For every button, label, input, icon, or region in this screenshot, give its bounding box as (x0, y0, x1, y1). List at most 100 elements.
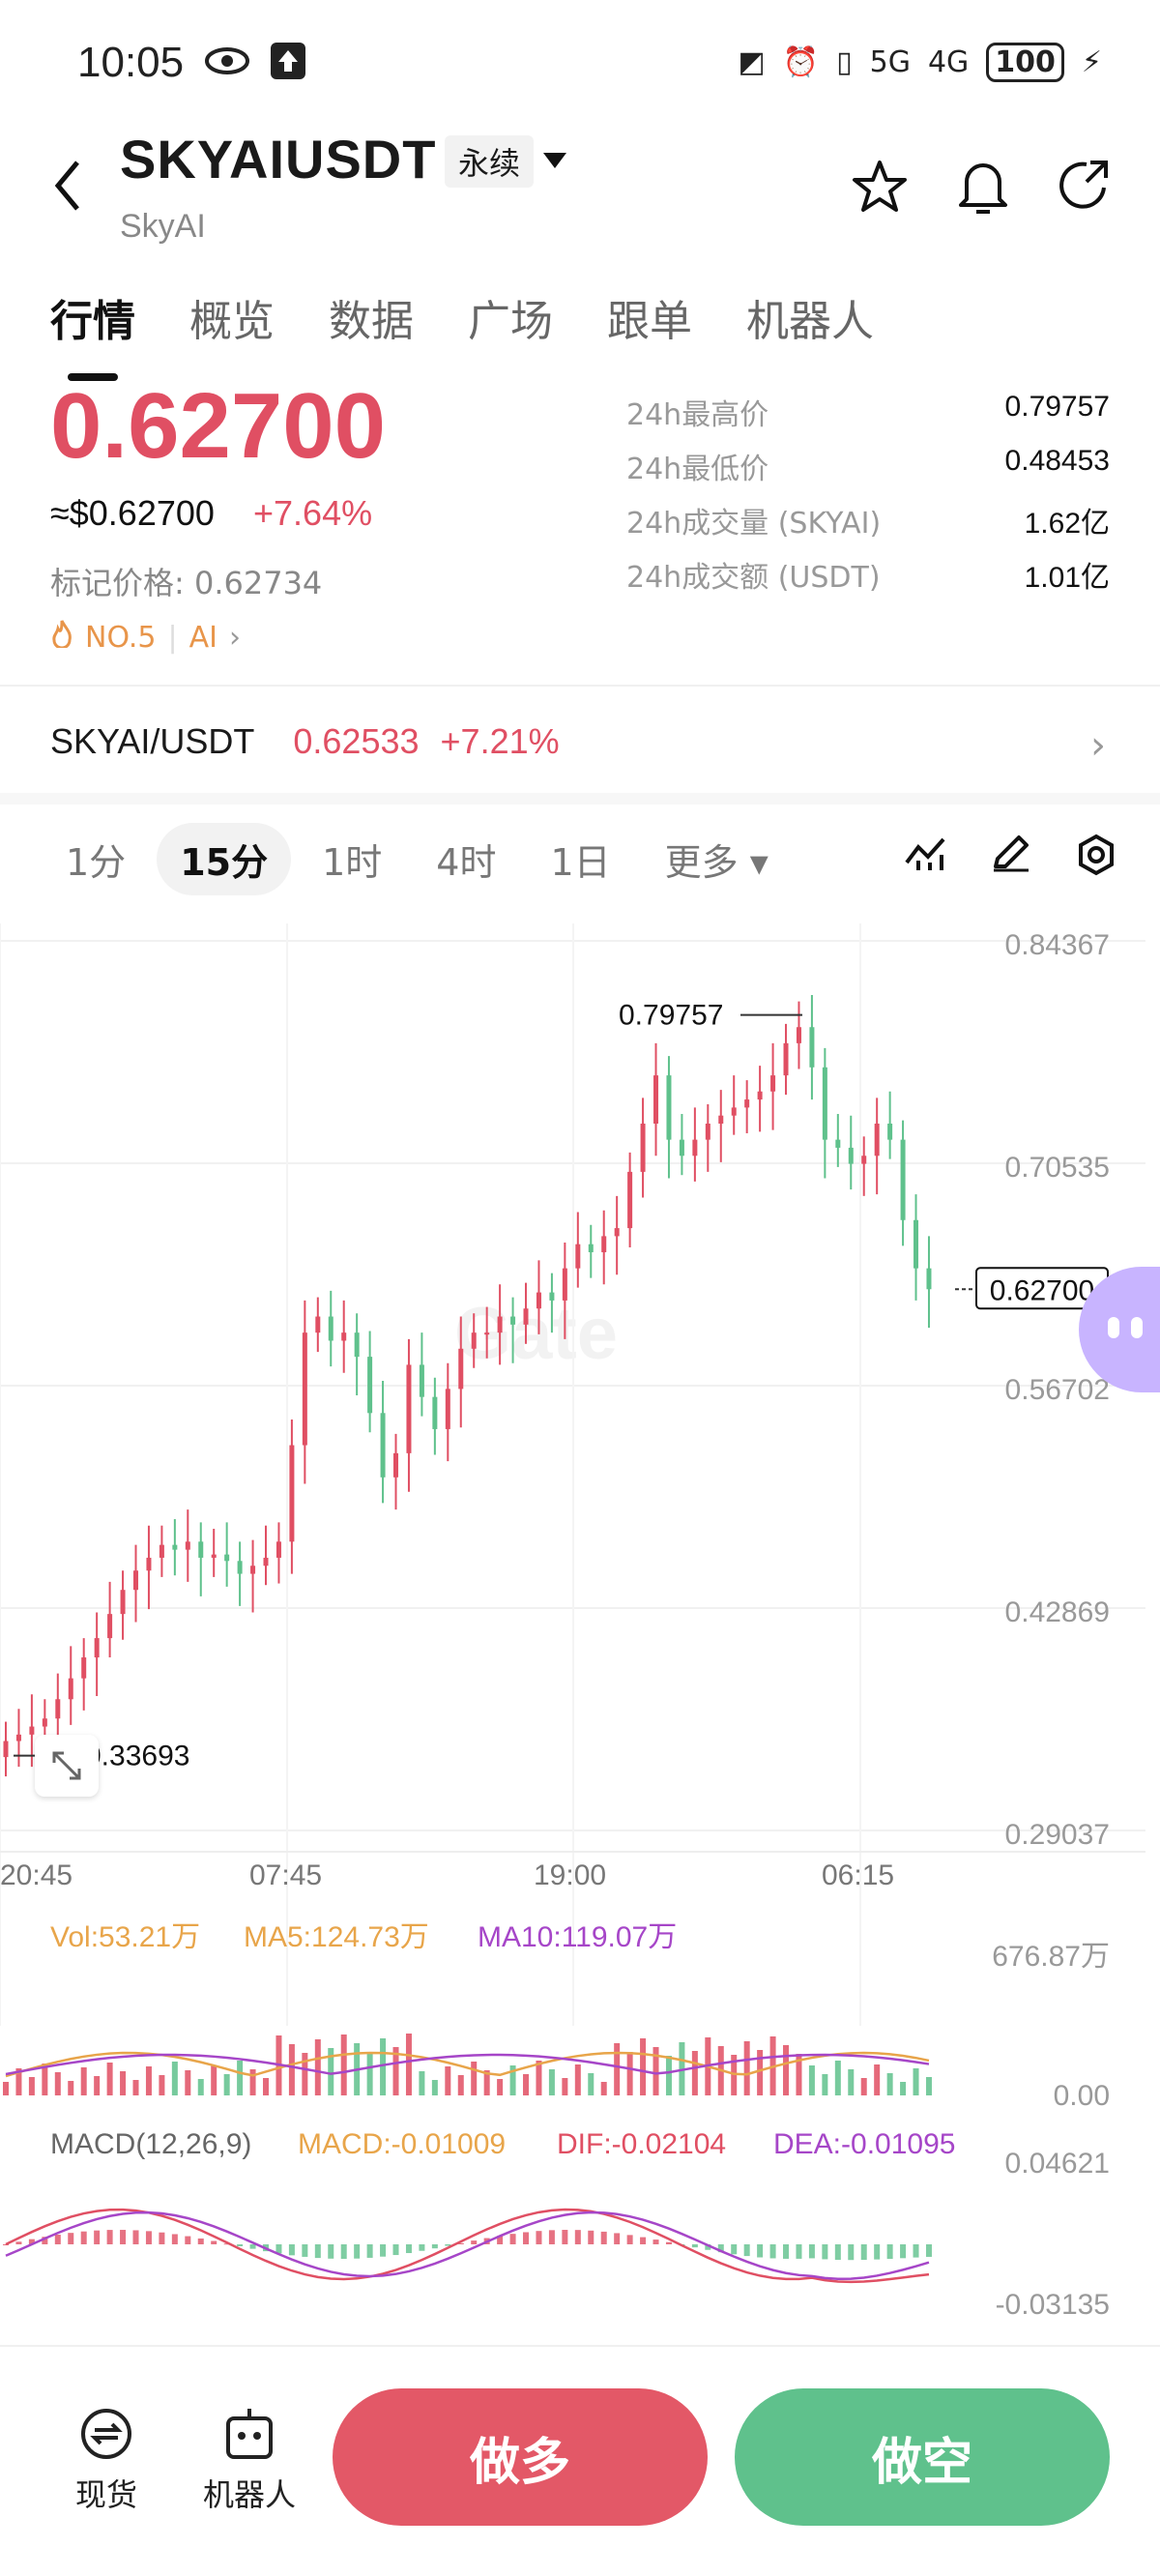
share-icon[interactable] (1058, 159, 1112, 217)
macd-hist-bar (68, 2233, 74, 2244)
tab-data[interactable]: 数据 (329, 286, 414, 348)
macd-hist-bar (249, 2244, 256, 2249)
candle-body (198, 1541, 204, 1558)
volume-bar (588, 2073, 594, 2095)
candle-body (562, 1268, 567, 1301)
macd-hist-bar (431, 2244, 438, 2249)
short-button[interactable]: 做空 (735, 2388, 1110, 2526)
tf-4h[interactable]: 4时 (413, 823, 519, 895)
candle-body (354, 1332, 360, 1358)
tf-1h[interactable]: 1时 (299, 823, 405, 895)
spot-row[interactable]: SKYAI/USDT 0.62533 +7.21% (50, 721, 560, 762)
bot-nav[interactable]: 机器人 (191, 2405, 307, 2515)
tf-1m[interactable]: 1分 (43, 823, 149, 895)
macd-hist-bar (614, 2233, 621, 2244)
macd-hist-bar (562, 2230, 568, 2244)
volume-bar (54, 2072, 61, 2095)
volume-bar (614, 2043, 621, 2095)
candle-body (497, 1316, 503, 1333)
asset-name: SkyAI (120, 208, 206, 245)
candle-body (458, 1348, 464, 1390)
y-tick-label: 0.56702 (1005, 1374, 1110, 1406)
macd-hist-bar (302, 2244, 308, 2257)
candle-body (783, 1042, 789, 1076)
macd-hist-bar (769, 2244, 776, 2259)
draw-icon[interactable] (990, 834, 1032, 880)
kline-chart[interactable]: 0.84367 0.70535 0.56702 0.42869 0.29037 20:45… (0, 923, 1160, 2335)
settings-icon[interactable] (1075, 834, 1117, 880)
bell-icon[interactable] (957, 157, 1009, 219)
fullscreen-icon[interactable] (35, 1735, 99, 1797)
macd-hist-bar (536, 2231, 542, 2244)
spot-nav[interactable]: 现货 (48, 2405, 164, 2515)
tf-15m[interactable]: 15分 (157, 822, 292, 895)
tab-square[interactable]: 广场 (468, 286, 553, 348)
volume-bar (302, 2053, 308, 2095)
volume-bar (185, 2070, 191, 2095)
stat-value-volume: 1.62亿 (1024, 508, 1110, 540)
macd-hist-bar (874, 2244, 881, 2260)
chevron-right-icon[interactable]: › (1090, 723, 1106, 768)
macd-hist-bar (328, 2244, 334, 2259)
flame-icon (50, 619, 73, 656)
macd-hist-bar (80, 2231, 87, 2244)
tab-copytrade[interactable]: 跟单 (607, 286, 692, 348)
volume-bar (834, 2061, 841, 2095)
chevron-down-icon[interactable] (541, 151, 568, 174)
back-icon[interactable] (52, 159, 81, 217)
candle-body (29, 1726, 35, 1735)
volume-bar (120, 2071, 127, 2095)
swap-icon (81, 2409, 131, 2459)
vol-min-label: 0.00 (1054, 2080, 1110, 2112)
candle-body (341, 1332, 347, 1341)
volume-bar (340, 2034, 347, 2095)
volume-bar (431, 2080, 438, 2095)
macd-hist-bar (171, 2234, 178, 2244)
low-label: 0.33693 (85, 1741, 189, 1772)
volume-bar (808, 2065, 815, 2095)
tf-1d[interactable]: 1日 (527, 823, 633, 895)
star-icon[interactable] (851, 159, 909, 219)
macd-hist-bar (886, 2244, 893, 2260)
candle-body (744, 1099, 750, 1108)
macd-hist-bar (731, 2244, 738, 2255)
volume-bar (237, 2061, 244, 2095)
candle-body (796, 1027, 801, 1043)
tab-bots[interactable]: 机器人 (746, 286, 874, 348)
macd-hist-bar (691, 2244, 698, 2248)
volume-bar (457, 2075, 464, 2095)
tf-more[interactable]: 更多 ▾ (642, 823, 792, 895)
candle-body (627, 1171, 633, 1229)
volume-bar (536, 2061, 542, 2095)
symbol-title[interactable]: SKYAIUSDT (120, 128, 436, 190)
charging-icon: ⚡ (1081, 45, 1102, 79)
macd-hist-bar (523, 2232, 530, 2244)
candle-body (653, 1075, 659, 1125)
candle-body (15, 1734, 21, 1742)
candle-body (237, 1561, 243, 1574)
volume-bar (211, 2065, 218, 2095)
rank-row[interactable]: NO.5 | AI › (50, 619, 241, 656)
macd-hist-bar (822, 2244, 828, 2260)
contract-type-tag[interactable]: 永续 (445, 135, 535, 188)
tab-market[interactable]: 行情 (50, 286, 135, 348)
macd-hist-bar (159, 2232, 165, 2244)
candle-body (224, 1554, 230, 1562)
category-label: AI (188, 620, 218, 655)
tab-overview[interactable]: 概览 (189, 286, 275, 348)
dif-line (5, 2208, 930, 2284)
volume-bar (68, 2081, 74, 2095)
macd-hist-bar (54, 2235, 61, 2244)
volume-bar (640, 2038, 647, 2095)
nfc-icon: ◩ (738, 45, 766, 79)
macd-hist-bar (913, 2244, 919, 2258)
candle-body (68, 1678, 73, 1700)
macd-hist-bar (796, 2244, 802, 2259)
indicator-icon[interactable] (905, 834, 947, 880)
macd-hist-bar (366, 2244, 373, 2258)
macd-hist-bar (419, 2244, 425, 2251)
volume-bar (562, 2078, 568, 2095)
long-button[interactable]: 做多 (333, 2388, 708, 2526)
macd-hist-bar (392, 2244, 399, 2256)
signal-5g: 5G (869, 45, 911, 79)
